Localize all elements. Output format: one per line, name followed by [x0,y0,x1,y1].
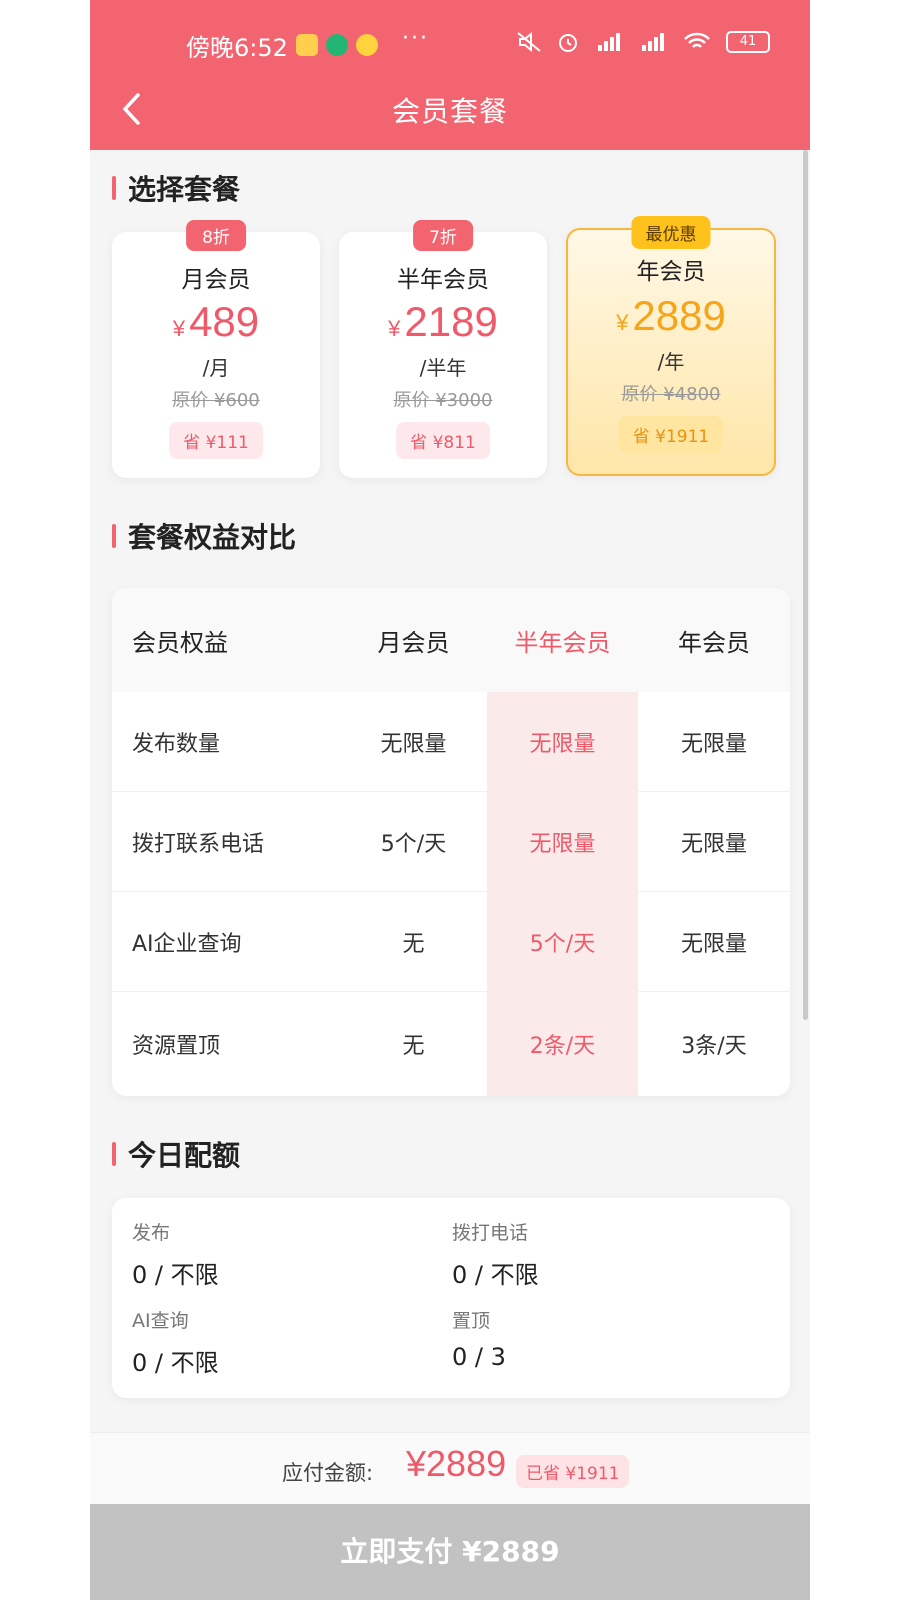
battery-icon: 41 [726,31,770,53]
table-cell: 无限量 [680,832,747,857]
section-title-compare: 套餐权益对比 [112,516,296,556]
message-notification-icon [296,34,318,56]
table-cell: 发布数量 [132,732,221,757]
amount-due: ¥2889 [406,1443,507,1484]
quota-label: 拨打电话 [452,1222,529,1244]
table-header-cell: 会员权益 [132,628,228,657]
original-price: 原价 ¥4800 [621,384,721,405]
wifi-icon [684,32,710,48]
savings-badge: 省 ¥811 [396,422,490,459]
header-bar: 傍晚6:52 ··· 41 会员套餐 [90,0,810,150]
mute-icon [517,31,541,53]
table-cell: 2条/天 [529,1034,596,1059]
table-cell: 无限量 [680,932,747,957]
notification-icons [296,34,378,56]
status-time: 傍晚6:52 [186,34,288,62]
plan-price: ¥2189 [388,298,498,345]
quota-item-pin: 置顶 0 / 3 [452,1306,752,1371]
plan-card-halfyear[interactable]: 7折 半年会员 ¥2189 /半年 原价 ¥3000 省 ¥811 [339,220,547,478]
section-title-quota: 今日配额 [112,1134,240,1174]
best-value-badge: 最优惠 [631,216,711,249]
quota-item-call: 拨打电话 0 / 不限 [452,1218,752,1290]
quota-item-publish: 发布 0 / 不限 [132,1218,432,1290]
table-cell: 资源置顶 [132,1034,221,1059]
plan-card-yearly-selected[interactable]: 最优惠 年会员 ¥2889 /年 原价 ¥4800 省 ¥1911 [566,216,776,476]
discount-badge: 8折 [186,220,246,251]
original-price: 原价 ¥600 [172,390,260,411]
quota-label: 发布 [132,1222,171,1244]
daily-quota-card: 发布 0 / 不限 拨打电话 0 / 不限 AI查询 0 / 不限 置顶 0 /… [112,1198,790,1398]
pay-now-button[interactable]: 立即支付 ¥2889 [90,1504,810,1600]
table-cell: 无 [402,1034,425,1059]
table-header-cell: 月会员 [377,628,450,657]
table-cell: 无限量 [529,732,596,757]
savings-badge: 省 ¥111 [169,422,263,459]
table-header-cell: 年会员 [678,628,750,657]
signal-icon [598,33,620,51]
table-row: 拨打联系电话 5个/天 无限量 无限量 [112,792,790,892]
table-cell: 无限量 [380,732,447,757]
original-price: 原价 ¥3000 [393,390,493,411]
table-cell: 5个/天 [380,832,447,857]
table-header-row: 会员权益 月会员 半年会员 年会员 [112,588,790,692]
plan-price: ¥2889 [616,292,726,339]
benefits-comparison-table: 会员权益 月会员 半年会员 年会员 发布数量 无限量 无限量 无限量 拨打联系电… [112,588,790,1096]
saved-badge: 已省 ¥1911 [516,1455,630,1488]
plan-unit: /半年 [419,356,467,380]
payment-summary-bar: 应付金额: ¥2889 已省 ¥1911 [90,1432,810,1505]
plan-name: 半年会员 [397,267,489,293]
section-title-choose: 选择套餐 [112,168,240,208]
alarm-icon [559,34,577,52]
page-title: 会员套餐 [391,95,508,128]
plan-name: 年会员 [636,259,706,285]
table-row: 资源置顶 无 2条/天 3条/天 [112,992,790,1096]
quota-value: 0 / 不限 [452,1261,539,1289]
weibo-notification-icon [356,34,378,56]
table-cell: 无 [402,932,425,957]
quota-value: 0 / 不限 [132,1349,219,1377]
status-icons: 41 [516,30,770,54]
table-row: 发布数量 无限量 无限量 无限量 [112,692,790,792]
savings-badge: 省 ¥1911 [618,416,724,453]
discount-badge: 7折 [413,220,473,251]
quota-item-ai: AI查询 0 / 不限 [132,1306,432,1378]
more-notifications-icon: ··· [402,26,429,51]
table-cell: 无限量 [680,732,747,757]
table-header-cell: 半年会员 [514,628,611,657]
amount-label: 应付金额: [282,1461,374,1485]
table-cell: AI企业查询 [132,932,242,957]
quota-label: 置顶 [452,1310,491,1332]
scrollbar[interactable] [803,150,808,1020]
quota-value: 0 / 3 [452,1343,506,1371]
signal-2-icon [642,33,664,51]
app-screen: 傍晚6:52 ··· 41 会员套餐 选择套餐 8折 月会员 ¥489 /月 原… [90,0,810,1600]
plan-name: 月会员 [181,267,251,293]
shield-notification-icon [326,34,348,56]
plan-price: ¥489 [172,298,260,345]
table-row: AI企业查询 无 5个/天 无限量 [112,892,790,992]
table-cell: 拨打联系电话 [132,832,265,857]
quota-label: AI查询 [132,1310,189,1332]
table-cell: 3条/天 [681,1034,747,1059]
quota-value: 0 / 不限 [132,1261,219,1289]
plan-unit: /月 [202,356,230,380]
status-bar: 傍晚6:52 ··· 41 [90,22,810,64]
plan-unit: /年 [657,350,685,374]
table-cell: 5个/天 [529,932,596,957]
table-cell: 无限量 [529,832,596,857]
plan-card-monthly[interactable]: 8折 月会员 ¥489 /月 原价 ¥600 省 ¥111 [112,220,320,478]
